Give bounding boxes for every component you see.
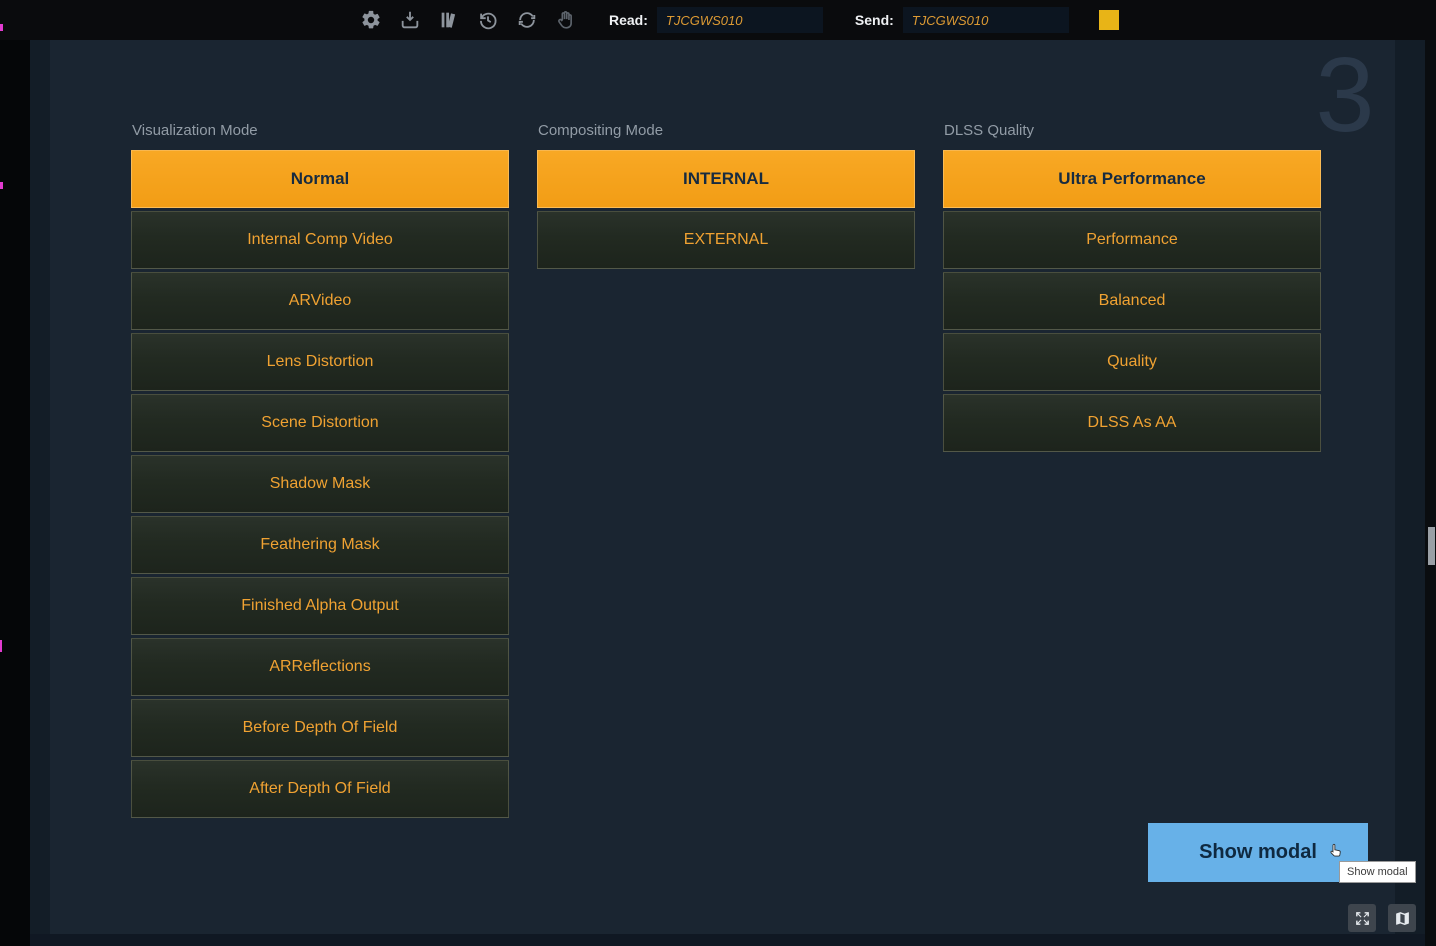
settings-icon[interactable]	[360, 9, 382, 31]
read-label: Read:	[609, 12, 648, 28]
option-quality[interactable]: Quality	[943, 333, 1321, 391]
read-group: Read:	[609, 7, 823, 33]
option-shadow-mask[interactable]: Shadow Mask	[131, 455, 509, 513]
scrollbar-thumb[interactable]	[1428, 527, 1435, 565]
history-icon[interactable]	[477, 9, 499, 31]
group-visualization-mode: Visualization Mode NormalInternal Comp Vi…	[131, 122, 509, 821]
video-edge-artifact	[0, 640, 2, 652]
color-swatch[interactable]	[1099, 10, 1119, 30]
group-compositing-mode: Compositing Mode INTERNALEXTERNAL	[537, 122, 915, 272]
library-icon[interactable]	[438, 9, 460, 31]
group-label-dlss-quality: DLSS Quality	[944, 122, 1321, 142]
option-feathering-mask[interactable]: Feathering Mask	[131, 516, 509, 574]
option-arvideo[interactable]: ARVideo	[131, 272, 509, 330]
option-internal[interactable]: INTERNAL	[537, 150, 915, 208]
topbar-icon-group	[360, 9, 577, 31]
option-before-depth-of-field[interactable]: Before Depth Of Field	[131, 699, 509, 757]
map-icon[interactable]	[1388, 904, 1416, 932]
option-finished-alpha-output[interactable]: Finished Alpha Output	[131, 577, 509, 635]
send-input[interactable]	[903, 7, 1069, 33]
video-edge-artifact	[0, 182, 3, 189]
download-icon[interactable]	[399, 9, 421, 31]
refresh-icon[interactable]	[516, 9, 538, 31]
right-edge	[1425, 40, 1436, 946]
bottom-edge	[30, 934, 1425, 946]
show-modal-tooltip: Show modal	[1339, 861, 1416, 883]
topbar: Read: Send:	[0, 0, 1436, 40]
option-arreflections[interactable]: ARReflections	[131, 638, 509, 696]
option-balanced[interactable]: Balanced	[943, 272, 1321, 330]
option-normal[interactable]: Normal	[131, 150, 509, 208]
option-internal-comp-video[interactable]: Internal Comp Video	[131, 211, 509, 269]
group-label-visualization-mode: Visualization Mode	[132, 122, 509, 142]
fullscreen-icon[interactable]	[1348, 904, 1376, 932]
option-scene-distortion[interactable]: Scene Distortion	[131, 394, 509, 452]
group-label-compositing-mode: Compositing Mode	[538, 122, 915, 142]
option-lens-distortion[interactable]: Lens Distortion	[131, 333, 509, 391]
footer-icon-group	[1348, 904, 1416, 932]
group-dlss-quality: DLSS Quality Ultra PerformancePerformance…	[943, 122, 1321, 455]
video-edge-artifact	[0, 24, 3, 31]
option-columns: Visualization Mode NormalInternal Comp Vi…	[131, 122, 1321, 821]
option-external[interactable]: EXTERNAL	[537, 211, 915, 269]
left-video-edge	[0, 40, 30, 946]
option-after-depth-of-field[interactable]: After Depth Of Field	[131, 760, 509, 818]
read-input[interactable]	[657, 7, 823, 33]
app-root: { "topbar": { "icons": [ {"name": "setti…	[0, 0, 1436, 946]
hand-icon[interactable]	[555, 9, 577, 31]
option-ultra-performance[interactable]: Ultra Performance	[943, 150, 1321, 208]
option-performance[interactable]: Performance	[943, 211, 1321, 269]
send-label: Send:	[855, 12, 894, 28]
cursor-pointer-icon	[1326, 841, 1345, 860]
option-dlss-as-aa[interactable]: DLSS As AA	[943, 394, 1321, 452]
send-group: Send:	[855, 7, 1069, 33]
